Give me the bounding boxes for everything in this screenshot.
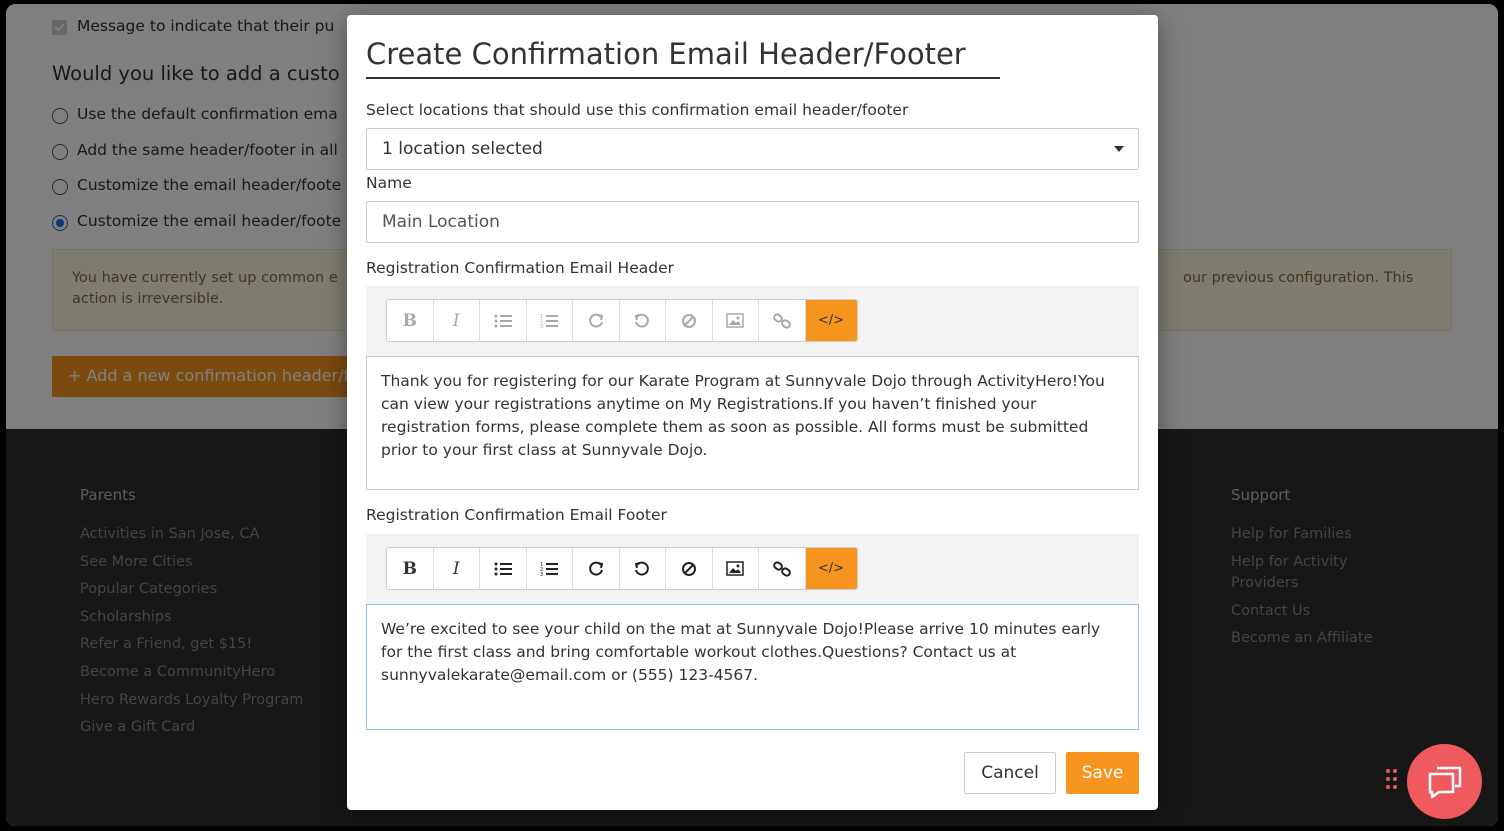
link-icon[interactable] (759, 300, 806, 341)
numbered-list-icon[interactable]: 123 (526, 548, 573, 589)
footer-label: Registration Confirmation Email Footer (366, 506, 667, 524)
footer-editor-toolbar: B I 123 </> (366, 534, 1139, 604)
undo-icon[interactable] (619, 300, 666, 341)
modal-title: Create Confirmation Email Header/Footer (366, 37, 1000, 79)
header-toolbar-group: B I 123 </> (386, 299, 858, 342)
name-label: Name (366, 174, 412, 192)
caret-down-icon (1114, 146, 1124, 152)
numbered-list-icon[interactable]: 123 (526, 300, 573, 341)
image-icon[interactable] (712, 548, 759, 589)
footer-toolbar-group: B I 123 </> (386, 547, 858, 590)
cancel-button[interactable]: Cancel (964, 752, 1056, 794)
code-view-button[interactable]: </> (805, 300, 857, 341)
bold-button[interactable]: B (387, 300, 434, 341)
italic-button[interactable]: I (433, 548, 480, 589)
header-editor-toolbar: B I 123 </> (366, 286, 1139, 356)
browser-viewport: Message to indicate that their pu Would … (6, 4, 1498, 826)
chat-bubble-icon (1428, 766, 1461, 798)
svg-text:3: 3 (540, 324, 543, 329)
drag-handle-icon[interactable] (1386, 769, 1398, 795)
header-label: Registration Confirmation Email Header (366, 259, 674, 277)
bold-button[interactable]: B (387, 548, 434, 589)
redo-icon[interactable] (573, 548, 620, 589)
bullet-list-icon[interactable] (480, 548, 527, 589)
image-icon[interactable] (712, 300, 759, 341)
italic-button[interactable]: I (433, 300, 480, 341)
locations-select[interactable]: 1 location selected (366, 128, 1139, 170)
locations-select-value: 1 location selected (382, 139, 543, 159)
link-icon[interactable] (759, 548, 806, 589)
create-header-footer-modal: Create Confirmation Email Header/Footer … (347, 15, 1158, 810)
chat-button[interactable] (1407, 744, 1482, 819)
bullet-list-icon[interactable] (480, 300, 527, 341)
redo-icon[interactable] (573, 300, 620, 341)
header-editor[interactable]: Thank you for registering for our Karate… (366, 356, 1139, 490)
code-view-button[interactable]: </> (805, 548, 857, 589)
undo-icon[interactable] (619, 548, 666, 589)
save-button[interactable]: Save (1066, 752, 1139, 794)
svg-text:3: 3 (540, 572, 543, 577)
clear-format-icon[interactable] (666, 300, 713, 341)
name-input[interactable] (366, 201, 1139, 243)
locations-label: Select locations that should use this co… (366, 101, 909, 119)
footer-editor[interactable]: We’re excited to see your child on the m… (366, 604, 1139, 730)
clear-format-icon[interactable] (666, 548, 713, 589)
